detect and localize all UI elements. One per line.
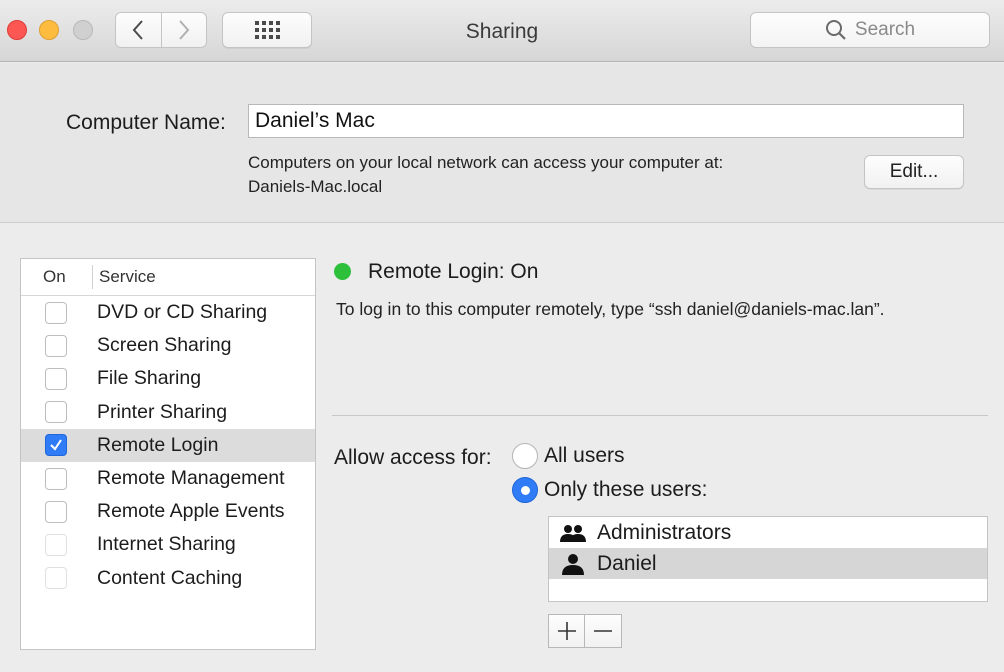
- show-all-button[interactable]: [222, 12, 312, 48]
- service-row[interactable]: Remote Management: [21, 462, 315, 495]
- grid-icon: [254, 21, 280, 39]
- edit-button[interactable]: Edit...: [864, 155, 964, 189]
- service-row[interactable]: Internet Sharing: [21, 528, 315, 561]
- service-checkbox[interactable]: [45, 401, 67, 424]
- checkmark-icon: [50, 439, 62, 451]
- service-status: Remote Login: On: [368, 260, 539, 283]
- radio-only-users-label: Only these users:: [544, 478, 708, 501]
- back-button[interactable]: [115, 12, 162, 48]
- chevron-right-icon: [179, 20, 190, 40]
- search-field[interactable]: Search: [750, 12, 990, 48]
- user-icon: [549, 553, 597, 575]
- service-checkbox: [45, 567, 67, 590]
- divider: [332, 415, 988, 416]
- service-checkbox[interactable]: [45, 367, 67, 390]
- remove-user-button[interactable]: [585, 614, 622, 648]
- service-name: Screen Sharing: [97, 334, 232, 357]
- add-remove-buttons: [548, 614, 622, 648]
- service-row[interactable]: Remote Login: [21, 428, 315, 462]
- service-checkbox: [45, 533, 67, 556]
- service-name: Remote Management: [97, 467, 285, 490]
- computer-name-section: Computer Name: Computers on your local n…: [0, 63, 1004, 223]
- services-header: On Service: [21, 259, 315, 296]
- service-row[interactable]: DVD or CD Sharing: [21, 296, 315, 329]
- column-header-on[interactable]: On: [21, 265, 93, 289]
- service-row[interactable]: Printer Sharing: [21, 396, 315, 429]
- navigation-buttons: [115, 12, 207, 48]
- local-hostname: Daniels-Mac.local: [248, 177, 383, 196]
- minus-icon: [594, 630, 612, 632]
- network-access-line: Computers on your local network can acce…: [248, 153, 724, 172]
- user-row[interactable]: Daniel: [549, 548, 987, 579]
- allow-access-label: Allow access for:: [334, 446, 492, 469]
- computer-name-label: Computer Name:: [66, 111, 226, 134]
- network-access-text: Computers on your local network can acce…: [248, 151, 723, 199]
- service-checkbox[interactable]: [45, 500, 67, 523]
- user-icon: [562, 553, 584, 575]
- remote-login-instructions: To log in to this computer remotely, typ…: [336, 299, 885, 319]
- service-checkbox[interactable]: [45, 334, 67, 357]
- service-row[interactable]: File Sharing: [21, 362, 315, 395]
- title-bar: Sharing Search: [0, 0, 1004, 62]
- service-name: Content Caching: [97, 566, 243, 589]
- add-user-button[interactable]: [548, 614, 585, 648]
- status-indicator: [334, 263, 351, 280]
- search-icon: [825, 20, 846, 40]
- user-name: Daniel: [597, 551, 657, 575]
- user-row[interactable]: Administrators: [549, 517, 987, 548]
- radio-only-these-users[interactable]: Only these users:: [512, 477, 707, 503]
- radio-all-users[interactable]: All users: [512, 443, 625, 469]
- service-name: DVD or CD Sharing: [97, 301, 268, 324]
- service-name: Remote Login: [97, 433, 219, 456]
- minimize-button[interactable]: [39, 20, 59, 40]
- service-checkbox[interactable]: [45, 467, 67, 490]
- service-checkbox[interactable]: [45, 434, 67, 457]
- group-icon: [560, 524, 586, 542]
- service-name: Remote Apple Events: [97, 500, 285, 523]
- search-placeholder: Search: [854, 19, 916, 40]
- user-name: Administrators: [597, 520, 732, 544]
- service-name: Internet Sharing: [97, 533, 236, 556]
- service-checkbox[interactable]: [45, 301, 67, 324]
- services-list[interactable]: On Service DVD or CD Sharing Screen Shari…: [20, 258, 316, 650]
- zoom-button[interactable]: [73, 20, 93, 40]
- close-button[interactable]: [7, 20, 27, 40]
- users-list[interactable]: Administrators Daniel: [548, 516, 988, 602]
- computer-name-input[interactable]: [248, 104, 964, 138]
- chevron-left-icon: [132, 20, 143, 40]
- radio-all-users-label: All users: [544, 444, 625, 467]
- service-name: Printer Sharing: [97, 400, 228, 423]
- forward-button[interactable]: [161, 12, 207, 48]
- radio-button[interactable]: [512, 443, 538, 469]
- column-header-service[interactable]: Service: [93, 267, 156, 287]
- service-row[interactable]: Screen Sharing: [21, 329, 315, 362]
- service-row[interactable]: Content Caching: [21, 562, 315, 595]
- group-icon: [549, 523, 597, 543]
- service-name: File Sharing: [97, 367, 202, 390]
- radio-button[interactable]: [512, 477, 538, 503]
- plus-icon: [557, 622, 576, 640]
- service-row[interactable]: Remote Apple Events: [21, 495, 315, 528]
